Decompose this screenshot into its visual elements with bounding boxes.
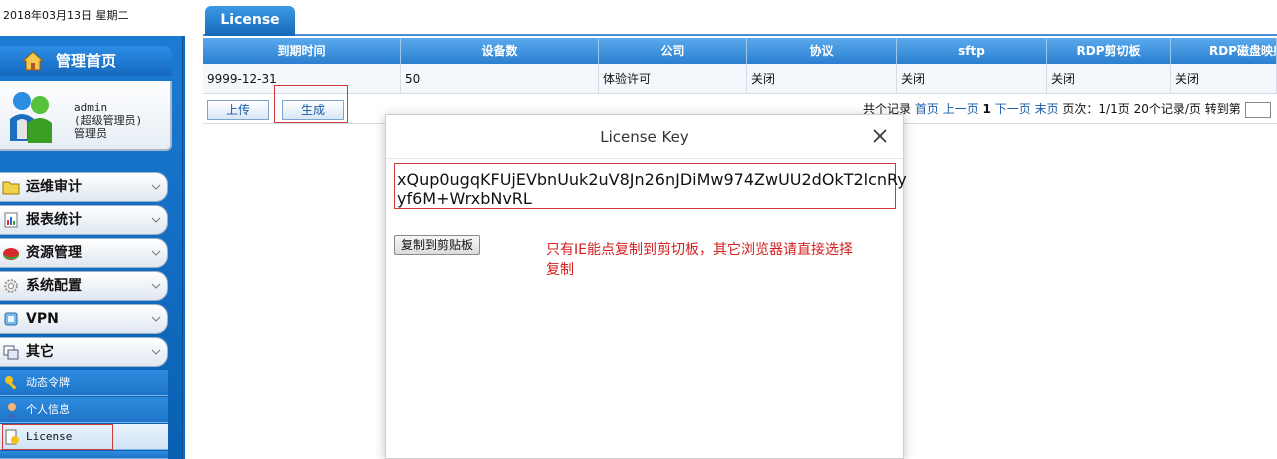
menu-label: 运维审计 — [26, 179, 82, 195]
license-key-text[interactable]: xQup0ugqKFUjEVbnUuk2uV8Jn26nJDiMw974ZwUU… — [394, 163, 907, 209]
pager-current: 1 — [982, 102, 991, 116]
sidebar-inner: 管理首页 admin (超级管理员) 管理员 运维审计 报表统计 资源管理 系统… — [0, 36, 183, 459]
upload-button[interactable]: 上传 — [207, 100, 269, 120]
license-key-line: yf6M+WrxbNvRL — [397, 189, 532, 208]
user-group: 管理员 — [74, 127, 107, 140]
resource-icon — [3, 248, 19, 260]
column-header: 公司 — [599, 38, 747, 64]
table-cell: 关闭 — [747, 64, 897, 94]
chevron-down-icon — [151, 316, 161, 322]
user-name: admin — [74, 101, 108, 114]
pager-prev-link[interactable]: 上一页 — [943, 102, 979, 116]
home-menu-button[interactable]: 管理首页 — [0, 46, 172, 76]
license-highlight-box — [2, 424, 113, 450]
chevron-down-icon — [151, 283, 161, 289]
subitem-label: 动态令牌 — [26, 376, 70, 389]
subitem-dynamic-token[interactable]: 动态令牌 — [0, 370, 168, 396]
pager-first-link[interactable]: 首页 — [915, 102, 939, 116]
home-icon — [22, 51, 44, 71]
chevron-down-icon — [151, 217, 161, 223]
pager-page-info: 页次：1/1页 — [1062, 102, 1130, 116]
pager: 共个记录 首页 上一页 1 下一页 末页 页次：1/1页 20个记录/页 转到第 — [863, 94, 1271, 124]
pager-next-link[interactable]: 下一页 — [995, 102, 1031, 116]
sidebar: 管理首页 admin (超级管理员) 管理员 运维审计 报表统计 资源管理 系统… — [0, 36, 185, 459]
generate-highlight-box — [274, 85, 348, 123]
menu-label: 资源管理 — [26, 245, 82, 261]
subitem-personal-info[interactable]: 个人信息 — [0, 397, 168, 423]
copy-to-clipboard-button[interactable]: 复制到剪贴板 — [394, 235, 481, 255]
menu-resources[interactable]: 资源管理 — [0, 238, 168, 268]
menu-other[interactable]: 其它 — [0, 337, 168, 367]
table-header: 到期时间 设备数 公司 协议 sftp RDP剪切板 RDP磁盘映射 — [203, 38, 1277, 64]
date-display: 2018年03月13日 星期二 — [0, 0, 185, 36]
column-header: RDP剪切板 — [1047, 38, 1171, 64]
table-cell: 50 — [401, 64, 599, 94]
chevron-down-icon — [151, 349, 161, 355]
vpn-icon — [4, 312, 18, 326]
menu-label: 系统配置 — [26, 278, 82, 294]
dialog-title: License Key — [600, 128, 689, 146]
key-icon — [5, 376, 17, 390]
other-icon — [3, 345, 19, 360]
tab-license[interactable]: License — [205, 6, 295, 36]
menu-audit[interactable]: 运维审计 — [0, 172, 168, 202]
license-key-line: xQup0ugqKFUjEVbnUuk2uV8Jn26nJDiMw974ZwUU… — [397, 170, 907, 189]
menu-system-config[interactable]: 系统配置 — [0, 271, 168, 301]
pager-goto-input[interactable] — [1244, 101, 1271, 118]
menu-label: 报表统计 — [26, 212, 82, 228]
table-cell: 关闭 — [1171, 64, 1277, 94]
column-header: 协议 — [747, 38, 897, 64]
close-icon[interactable] — [871, 127, 889, 145]
menu-label: 其它 — [26, 344, 54, 360]
settings-icon — [4, 279, 18, 293]
chevron-down-icon — [151, 184, 161, 190]
pager-last-link[interactable]: 末页 — [1035, 102, 1059, 116]
user-info-box: admin (超级管理员) 管理员 — [0, 81, 172, 151]
copy-hint-line: 复制 — [546, 262, 574, 278]
copy-hint-line: 只有IE能点复制到剪切板，其它浏览器请直接选择 — [546, 242, 853, 258]
pager-goto-label: 转到第 — [1204, 102, 1241, 116]
subitem-partial — [0, 451, 168, 459]
copy-hint: 只有IE能点复制到剪切板，其它浏览器请直接选择 复制 — [546, 240, 906, 280]
users-avatar-icon — [10, 92, 52, 143]
table-cell: 关闭 — [1047, 64, 1171, 94]
left-panel: 2018年03月13日 星期二 管理首页 admin (超级管理员) 管理员 运… — [0, 0, 185, 459]
column-header: 到期时间 — [203, 38, 401, 64]
pager-per-page: 20个记录/页 — [1133, 102, 1201, 116]
home-label: 管理首页 — [56, 52, 117, 70]
subitem-label: 个人信息 — [26, 403, 70, 416]
menu-reports[interactable]: 报表统计 — [0, 205, 168, 235]
column-header: 设备数 — [401, 38, 599, 64]
column-header: RDP磁盘映射 — [1171, 38, 1277, 64]
table-cell: 关闭 — [897, 64, 1047, 94]
person-icon — [6, 403, 18, 418]
menu-label: VPN — [26, 311, 59, 327]
report-icon — [4, 212, 18, 228]
table-row: 9999-12-31 50 体验许可 关闭 关闭 关闭 关闭 — [203, 64, 1277, 94]
column-header: sftp — [897, 38, 1047, 64]
folder-icon — [2, 181, 20, 195]
menu-vpn[interactable]: VPN — [0, 304, 168, 334]
chevron-down-icon — [151, 250, 161, 256]
dialog-header: License Key — [386, 115, 903, 159]
user-role: (超级管理员) — [74, 114, 143, 127]
tab-strip: License — [203, 6, 1277, 36]
license-key-dialog: License Key xQup0ugqKFUjEVbnUuk2uV8Jn26n… — [385, 114, 907, 459]
table-cell: 体验许可 — [599, 64, 747, 94]
